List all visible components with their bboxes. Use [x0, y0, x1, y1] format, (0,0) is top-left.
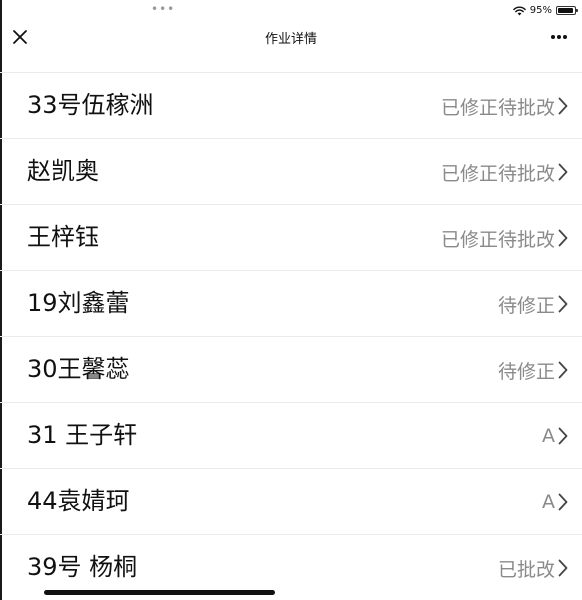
status-group: 已修正待批改 [441, 93, 568, 119]
chevron-right-icon [558, 97, 568, 115]
student-name: 19刘鑫蕾 [27, 289, 130, 317]
student-row[interactable]: 31 王子轩 A [0, 402, 582, 468]
status-indicators: 95% [512, 1, 578, 20]
homework-status: A [542, 491, 555, 513]
student-row[interactable]: 30王馨蕊 待修正 [0, 336, 582, 402]
chevron-right-icon [558, 361, 568, 379]
homework-status: 待修正 [497, 294, 555, 317]
homework-status: A [542, 425, 555, 447]
more-button[interactable] [548, 26, 570, 48]
homework-status: 已修正待批改 [440, 96, 555, 119]
more-icon [551, 35, 567, 39]
student-name: 王梓钰 [27, 223, 99, 251]
homework-status: 已修正待批改 [440, 228, 555, 251]
student-name: 31 王子轩 [27, 421, 138, 449]
student-row[interactable]: 33号伍稼洲 已修正待批改 [0, 72, 582, 138]
page-title: 作业详情 [264, 32, 317, 47]
wifi-icon [512, 1, 526, 20]
home-indicator[interactable] [44, 590, 275, 595]
student-name: 赵凯奥 [27, 157, 99, 185]
homework-status: 已批改 [497, 558, 555, 581]
battery-level [558, 7, 573, 13]
chevron-right-icon [558, 493, 568, 511]
status-group: 已修正待批改 [441, 225, 568, 251]
battery-percent: 95% [529, 4, 552, 16]
battery-icon [556, 5, 578, 15]
status-group: 待修正 [498, 357, 568, 383]
student-row[interactable]: 44袁婧珂 A [0, 468, 582, 534]
student-name: 33号伍稼洲 [27, 91, 154, 119]
student-row[interactable]: 赵凯奥 已修正待批改 [0, 138, 582, 204]
student-row[interactable]: 19刘鑫蕾 待修正 [0, 270, 582, 336]
student-list: 33号伍稼洲 已修正待批改 赵凯奥 已修正待批改 王梓钰 已修正待批改 19刘鑫… [0, 72, 582, 600]
student-row[interactable]: 王梓钰 已修正待批改 [0, 204, 582, 270]
navigation-bar: 作业详情 [0, 20, 582, 54]
status-bar: ••• 95% [0, 0, 582, 20]
status-group: A [542, 489, 568, 515]
chevron-right-icon [558, 229, 568, 247]
status-group: A [542, 423, 568, 449]
status-group: 已修正待批改 [441, 159, 568, 185]
multitasking-dots[interactable]: ••• [151, 2, 175, 16]
student-name: 44袁婧珂 [27, 487, 130, 515]
chevron-right-icon [558, 559, 568, 577]
chevron-right-icon [558, 163, 568, 181]
student-name: 30王馨蕊 [27, 355, 130, 383]
student-name: 39号 杨桐 [27, 553, 138, 581]
homework-status: 已修正待批改 [440, 162, 555, 185]
chevron-right-icon [558, 427, 568, 445]
status-group: 已批改 [498, 555, 568, 581]
chevron-right-icon [558, 295, 568, 313]
homework-status: 待修正 [497, 360, 555, 383]
status-group: 待修正 [498, 291, 568, 317]
